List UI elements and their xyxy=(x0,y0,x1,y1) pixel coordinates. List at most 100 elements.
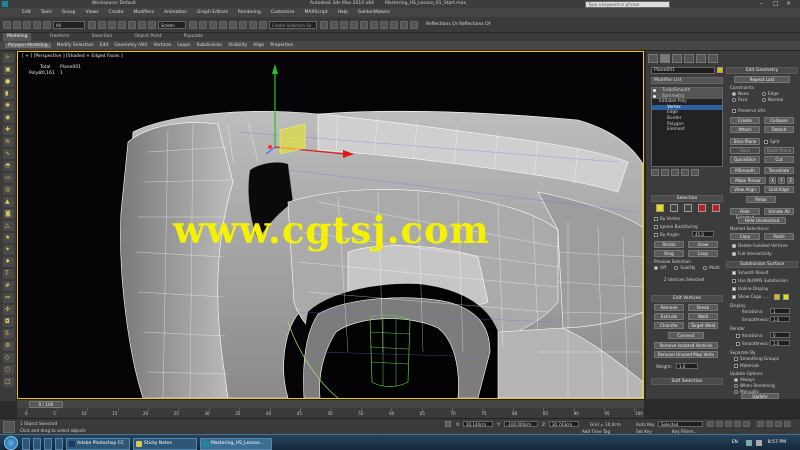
menu-create[interactable]: Create xyxy=(109,10,124,15)
split-checkbox[interactable]: Split xyxy=(764,139,779,144)
tab-object-paint[interactable]: Object Paint xyxy=(130,33,165,41)
z-coordinate-field[interactable]: 30.743cm xyxy=(549,421,579,427)
paste-button[interactable]: Paste xyxy=(764,233,794,240)
menu-modifiers[interactable]: Modifiers xyxy=(134,10,155,15)
planar-x-button[interactable]: X xyxy=(769,177,776,184)
settings-tool-icon[interactable]: ⚙ xyxy=(3,341,14,351)
weight-spinner[interactable]: 1.0 xyxy=(676,363,698,369)
stack-item-element[interactable]: Element xyxy=(652,127,722,133)
3dsmax-pinned-icon[interactable] xyxy=(44,437,52,450)
explorer-icon[interactable] xyxy=(33,437,41,450)
connect-button[interactable]: Connect xyxy=(668,332,704,339)
torus-tool-icon[interactable]: ◎ xyxy=(3,185,14,195)
minimize-button[interactable]: – xyxy=(760,0,763,7)
vertex-mode-icon[interactable] xyxy=(656,204,664,212)
smooth-result-checkbox[interactable]: Smooth Result xyxy=(732,270,768,275)
curve-editor-icon[interactable] xyxy=(360,20,368,29)
hide-selected-button[interactable]: Hide Selected xyxy=(730,208,760,220)
update-button[interactable]: Update xyxy=(741,393,779,399)
update-always-radio[interactable]: Always xyxy=(734,377,755,382)
ribbon-polygon-modeling[interactable]: Polygon Modeling xyxy=(5,43,51,48)
edit-named-selection-icon[interactable] xyxy=(259,20,267,29)
display-smoothness-spinner[interactable]: 1.0 xyxy=(770,316,790,322)
display-panel-icon[interactable] xyxy=(696,53,706,63)
subdivision-surface-rollout-header[interactable]: Subdivision Surface xyxy=(726,261,798,268)
cut-button[interactable]: Cut xyxy=(764,156,794,163)
camera-tool-icon[interactable]: ◉ xyxy=(3,113,14,123)
ie-icon[interactable] xyxy=(22,437,30,450)
render-iterations-checkbox[interactable]: Iterations: xyxy=(736,333,763,338)
layer-manager-icon[interactable] xyxy=(340,20,348,29)
configure-sets-icon[interactable] xyxy=(691,169,699,176)
menu-views[interactable]: Views xyxy=(86,10,99,15)
media-player-icon[interactable] xyxy=(55,437,63,450)
mirror-icon[interactable] xyxy=(320,20,328,29)
key-mode-dropdown[interactable]: Selected xyxy=(658,421,703,427)
edge-mode-icon[interactable] xyxy=(670,204,678,212)
use-nurms-checkbox[interactable]: Use NURMS Subdivision xyxy=(732,278,788,283)
lock-selection-icon[interactable] xyxy=(445,421,451,427)
selection-region-icon[interactable] xyxy=(108,20,116,29)
last-tool-icon[interactable]: □ xyxy=(3,377,14,387)
teapot-tool-icon[interactable]: ◓ xyxy=(3,161,14,171)
grow-button[interactable]: Grow xyxy=(688,241,718,248)
box-tool-icon[interactable]: ▣ xyxy=(3,65,14,75)
move-icon[interactable] xyxy=(128,20,136,29)
material-editor-icon[interactable] xyxy=(380,20,388,29)
rendered-frame-icon[interactable] xyxy=(400,20,408,29)
menu-maxscript[interactable]: MAXScript xyxy=(305,10,328,15)
cone-tool-icon[interactable]: ▲ xyxy=(3,197,14,207)
helper-tool-icon[interactable]: ✚ xyxy=(3,125,14,135)
go-to-start-icon[interactable] xyxy=(707,421,714,427)
maximize-button[interactable]: □ xyxy=(773,0,779,7)
sphere-tool-icon[interactable]: ● xyxy=(3,77,14,87)
edit-geometry-rollout-header[interactable]: Edit Geometry xyxy=(726,67,798,74)
ribbon-loops[interactable]: Loops xyxy=(177,43,190,48)
remove-unused-map-verts-button[interactable]: Remove Unused Map Verts xyxy=(654,351,718,358)
by-vertex-checkbox[interactable]: By Vertex xyxy=(654,216,680,221)
constraint-edge-radio[interactable]: Edge xyxy=(762,91,779,96)
make-unique-icon[interactable] xyxy=(671,169,679,176)
render-iterations-spinner[interactable]: 0 xyxy=(770,332,790,338)
app-logo-icon[interactable] xyxy=(2,1,8,7)
smoothing-groups-checkbox[interactable]: Smoothing Groups xyxy=(734,356,779,361)
ribbon-vertices[interactable]: Vertices xyxy=(153,43,171,48)
element-mode-icon[interactable] xyxy=(712,204,720,212)
play-icon[interactable] xyxy=(725,421,732,427)
tessellate-button[interactable]: Tessellate xyxy=(764,167,794,174)
menu-tools[interactable]: Tools xyxy=(41,10,52,15)
full-interactivity-checkbox[interactable]: Full Interactivity xyxy=(732,251,772,256)
y-coordinate-field[interactable]: -100.000cm xyxy=(504,421,538,427)
show-end-result-icon[interactable] xyxy=(661,169,669,176)
reference-coordinate-dropdown[interactable]: Screen xyxy=(158,20,186,29)
show-cage-checkbox[interactable]: Show Cage...... xyxy=(732,294,769,299)
preview-off-radio[interactable] xyxy=(654,265,658,270)
break-button[interactable]: Break xyxy=(688,304,718,311)
scale-icon[interactable] xyxy=(148,20,156,29)
constraint-none-radio[interactable]: None xyxy=(732,91,749,96)
volume-icon[interactable] xyxy=(755,439,762,446)
planar-z-button[interactable]: Z xyxy=(787,177,794,184)
window-crossing-icon[interactable] xyxy=(118,20,126,29)
bone-tool-icon[interactable]: ♦ xyxy=(3,257,14,267)
isoline-display-checkbox[interactable]: Isoline Display xyxy=(732,286,768,291)
percent-snap-icon[interactable] xyxy=(239,20,247,29)
selection-rollout-header[interactable]: Selection xyxy=(651,195,723,202)
light-bulb-icon[interactable] xyxy=(653,89,656,93)
repeat-last-button[interactable]: Repeat Last xyxy=(734,76,790,83)
taskbar-photoshop[interactable]: Adobe Photoshop CC xyxy=(66,437,130,450)
particle-tool-icon[interactable]: ✶ xyxy=(3,245,14,255)
snap-toggle-icon[interactable] xyxy=(219,20,227,29)
ribbon-properties[interactable]: Properties xyxy=(270,43,293,48)
tab-freeform[interactable]: Freeform xyxy=(45,33,73,41)
copy-button[interactable]: Copy xyxy=(730,233,760,240)
spline-tool-icon[interactable]: ∿ xyxy=(3,149,14,159)
tape-tool-icon[interactable]: ⇔ xyxy=(3,293,14,303)
manipulate-icon[interactable] xyxy=(199,20,207,29)
named-selection-set-input[interactable]: Create Selection Se xyxy=(269,20,317,29)
taskbar-3dsmax-window[interactable]: Mastering_HS_Lesson... xyxy=(200,437,272,450)
grid-tool-icon[interactable]: # xyxy=(3,281,14,291)
menu-customize[interactable]: Customize xyxy=(271,10,295,15)
menu-animation[interactable]: Animation xyxy=(164,10,187,15)
edit-vertices-rollout-header[interactable]: Edit Vertices xyxy=(651,295,723,302)
